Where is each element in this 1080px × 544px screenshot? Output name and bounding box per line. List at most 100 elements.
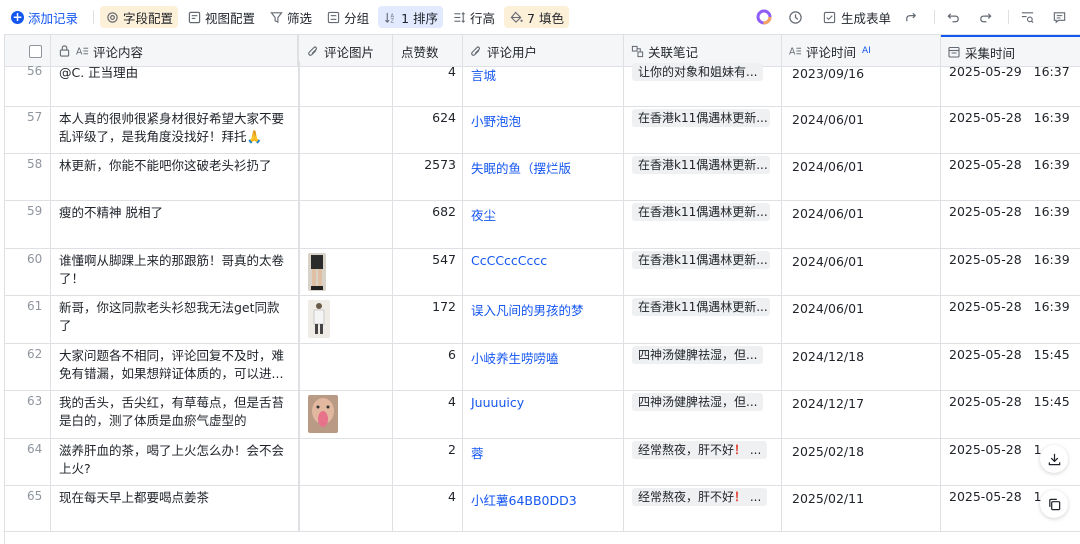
user-cell[interactable]: 夜尘 [463, 201, 624, 248]
collect-time-cell[interactable]: 2025-05-29 16:37 [941, 61, 1080, 106]
collect-time-cell[interactable]: 2025-05-28 16:39 [941, 249, 1080, 295]
user-cell[interactable]: Juuuuicy [463, 391, 624, 438]
comment-cell[interactable]: 谁懂啊从脚踝上来的那跟筋！哥真的太卷了！ [51, 249, 300, 295]
table-row[interactable]: 65 现在每天早上都要喝点姜茶 4 小红薯64BB0DD3 经常熬夜，肝不好！ ... 2… [5, 486, 1080, 532]
comment-icon[interactable] [1052, 0, 1067, 34]
comment-time-cell[interactable]: 2024/06/01 [782, 249, 941, 295]
collect-time-cell[interactable]: 2025-05-28 16:39 [941, 107, 1080, 153]
image-cell[interactable] [300, 249, 393, 295]
collect-time-cell[interactable]: 2025-05-28 16:39 [941, 296, 1080, 343]
collect-time-cell[interactable]: 2025-05-28 15:45 [941, 391, 1080, 438]
undo-icon[interactable] [946, 0, 961, 34]
ai-assistant-icon[interactable] [756, 0, 772, 34]
note-cell[interactable]: 在香港k11偶遇林更新... [624, 296, 782, 343]
note-tag[interactable]: 在香港k11偶遇林更新... [632, 203, 770, 221]
row-height-button[interactable]: 行高 [447, 6, 500, 28]
comment-image-tongue[interactable] [308, 395, 338, 433]
note-tag[interactable]: 经常熬夜，肝不好！ ... [632, 441, 768, 459]
note-cell[interactable]: 在香港k11偶遇林更新... [624, 107, 782, 153]
table-row[interactable]: 60 谁懂啊从脚踝上来的那跟筋！哥真的太卷了！ 547 CcCCccCccc 在香港k1… [5, 249, 1080, 296]
user-link[interactable]: CcCCccCccc [463, 249, 623, 268]
user-link[interactable]: Juuuuicy [463, 391, 623, 410]
comment-time-cell[interactable]: 2024/06/01 [782, 296, 941, 343]
comment-time-cell[interactable]: 2024/12/17 [782, 391, 941, 438]
user-cell[interactable]: 小红薯64BB0DD3 [463, 486, 624, 531]
user-cell[interactable]: 小野泡泡 [463, 107, 624, 153]
user-cell[interactable]: 失眠的鱼（摆烂版 [463, 154, 624, 200]
comment-cell[interactable]: 现在每天早上都要喝点姜茶 [51, 486, 300, 531]
collect-time-cell[interactable]: 2025-05-28 16:39 [941, 201, 1080, 248]
select-all-checkbox[interactable] [29, 44, 42, 58]
image-cell[interactable] [300, 61, 393, 106]
note-tag[interactable]: 在香港k11偶遇林更新... [632, 156, 770, 174]
user-cell[interactable]: 蓉 [463, 439, 624, 485]
comment-cell[interactable]: 我的舌头，舌尖红，有草莓点，但是舌苔是白的，测了体质是血瘀气虚型的 [51, 391, 300, 438]
likes-cell[interactable]: 624 [393, 107, 463, 153]
table-row[interactable]: 64 滋养肝血的茶，喝了上火怎么办！会不会上火? 2 蓉经常熬夜，肝不好！ ... 20… [5, 439, 1080, 486]
fill-color-button[interactable]: 7 填色 [504, 6, 569, 28]
add-record-button[interactable]: + 添加记录 [6, 6, 83, 28]
comment-time-cell[interactable]: 2024/06/01 [782, 154, 941, 200]
likes-cell[interactable]: 4 [393, 486, 463, 531]
automation-icon[interactable] [788, 0, 803, 34]
table-row[interactable]: 61 新哥，你这同款老头衫恕我无法get同款了 172 误入凡间的男孩的梦 在香港k11… [5, 296, 1080, 344]
search-icon[interactable] [1020, 0, 1035, 34]
image-cell[interactable] [300, 201, 393, 248]
user-link[interactable]: 小野泡泡 [463, 107, 623, 130]
note-tag[interactable]: 在香港k11偶遇林更新... [632, 109, 770, 127]
comment-time-cell[interactable]: 2024/06/01 [782, 107, 941, 153]
image-cell[interactable] [300, 154, 393, 200]
comment-time-cell[interactable]: 2025/02/11 [782, 486, 941, 531]
image-cell[interactable] [300, 439, 393, 485]
redo-icon[interactable] [978, 0, 993, 34]
comment-cell[interactable]: 瘦的不精神 脱相了 [51, 201, 300, 248]
collect-time-cell[interactable]: 2025-05-28 15:45 [941, 344, 1080, 390]
likes-cell[interactable]: 2 [393, 439, 463, 485]
table-row[interactable]: 63 我的舌头，舌尖红，有草莓点，但是舌苔是白的，测了体质是血瘀气虚型的 4 Juuu… [5, 391, 1080, 439]
note-tag[interactable]: 经常熬夜，肝不好！ ... [632, 488, 768, 506]
user-link[interactable]: 夜尘 [463, 201, 623, 224]
comment-time-cell[interactable]: 2024/12/18 [782, 344, 941, 390]
table-row[interactable]: 57 本人真的很帅很紧身材很好希望大家不要乱评级了，是我角度没找好！拜托🙏 624 小… [5, 107, 1080, 154]
comment-cell[interactable]: 新哥，你这同款老头衫恕我无法get同款了 [51, 296, 300, 343]
likes-cell[interactable]: 4 [393, 61, 463, 106]
comment-cell[interactable]: @C. 正当理由 [51, 61, 300, 106]
user-link[interactable]: 误入凡间的男孩的梦 [463, 296, 623, 319]
note-cell[interactable]: 在香港k11偶遇林更新... [624, 201, 782, 248]
user-cell[interactable]: 小岐养生唠唠嗑 [463, 344, 624, 390]
comment-cell[interactable]: 本人真的很帅很紧身材很好希望大家不要乱评级了，是我角度没找好！拜托🙏 [51, 107, 300, 153]
note-tag[interactable]: 在香港k11偶遇林更新... [632, 251, 770, 269]
image-cell[interactable] [300, 391, 393, 438]
user-cell[interactable]: CcCCccCccc [463, 249, 624, 295]
comment-time-cell[interactable]: 2023/09/16 [782, 61, 941, 106]
image-cell[interactable] [300, 344, 393, 390]
note-tag[interactable]: 四神汤健脾祛湿，但... [632, 393, 764, 411]
note-tag[interactable]: 让你的对象和姐妹有... [632, 63, 764, 81]
comment-time-cell[interactable]: 2025/02/18 [782, 439, 941, 485]
collect-time-cell[interactable]: 2025-05-28 16:39 [941, 154, 1080, 200]
note-cell[interactable]: 经常熬夜，肝不好！ ... [624, 439, 782, 485]
likes-cell[interactable]: 6 [393, 344, 463, 390]
note-cell[interactable]: 四神汤健脾祛湿，但... [624, 344, 782, 390]
likes-cell[interactable]: 547 [393, 249, 463, 295]
download-button[interactable] [1040, 445, 1068, 473]
user-link[interactable]: 小红薯64BB0DD3 [463, 486, 623, 509]
image-cell[interactable] [300, 296, 393, 343]
view-config-button[interactable]: 视图配置 [182, 6, 260, 28]
note-cell[interactable]: 经常熬夜，肝不好！ ... [624, 486, 782, 531]
likes-cell[interactable]: 2573 [393, 154, 463, 200]
note-tag[interactable]: 四神汤健脾祛湿，但... [632, 346, 764, 364]
note-cell[interactable]: 在香港k11偶遇林更新... [624, 249, 782, 295]
field-config-button[interactable]: 字段配置 [100, 6, 179, 28]
note-cell[interactable]: 让你的对象和姐妹有... [624, 61, 782, 106]
likes-cell[interactable]: 682 [393, 201, 463, 248]
comment-image-legs[interactable] [308, 253, 326, 291]
table-row[interactable]: 59 瘦的不精神 脱相了 682 夜尘 在香港k11偶遇林更新... 2024/06/01… [5, 201, 1080, 249]
comment-cell[interactable]: 滋养肝血的茶，喝了上火怎么办！会不会上火? [51, 439, 300, 485]
comment-cell[interactable]: 大家问题各不相同，评论回复不及时，难免有错漏，如果想辩证体质的，可以进... [51, 344, 300, 390]
note-cell[interactable]: 四神汤健脾祛湿，但... [624, 391, 782, 438]
sort-button[interactable]: AZ 1 排序 [378, 6, 444, 28]
image-cell[interactable] [300, 107, 393, 153]
image-cell[interactable] [300, 486, 393, 531]
user-link[interactable]: 蓉 [463, 439, 623, 462]
